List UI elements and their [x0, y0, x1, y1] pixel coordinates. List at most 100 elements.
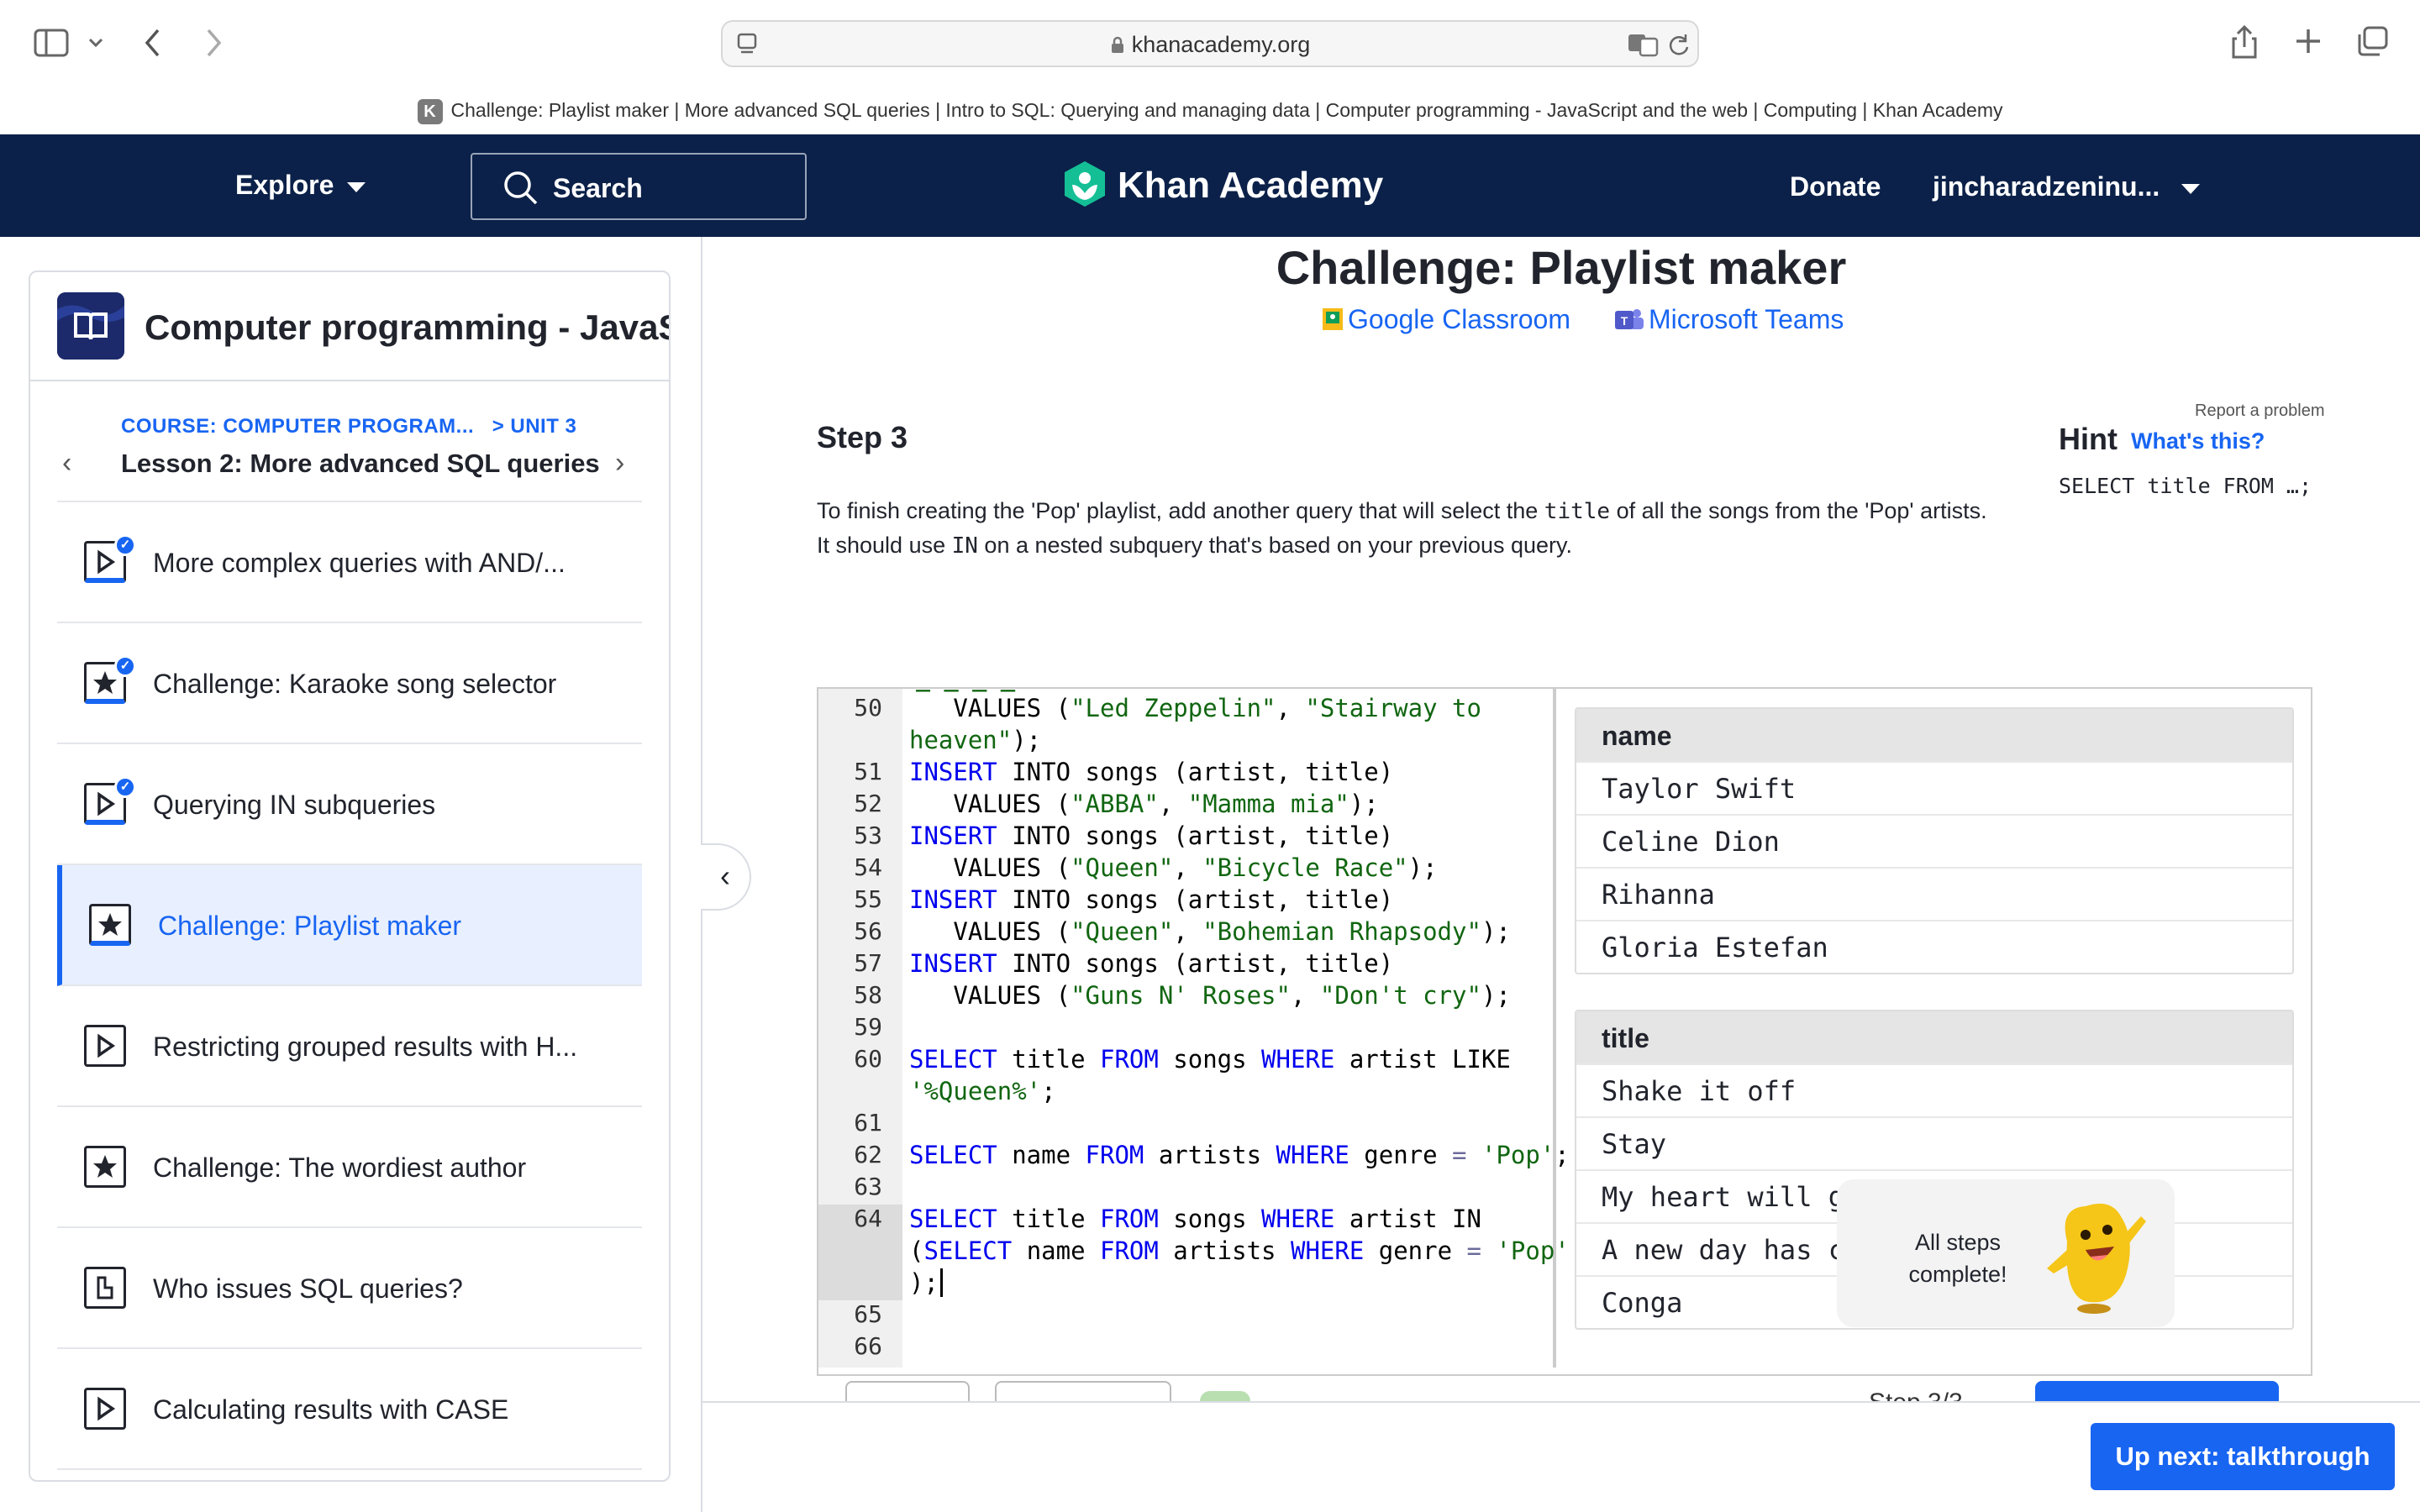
user-menu[interactable]: jincharadzeninu... — [1933, 171, 2201, 202]
results-table-names: name Taylor Swift Celine Dion Rihanna Gl… — [1575, 707, 2294, 974]
line-number: 50 — [854, 694, 882, 722]
lesson-navigator: ‹ COURSE: COMPUTER PROGRAM... > UNIT 3 L… — [57, 381, 642, 502]
restart-button-partial[interactable] — [845, 1381, 970, 1401]
code-line: VALUES ("Queen", "Bohemian Rhapsody"); — [909, 917, 1511, 946]
completed-check-icon: ✓ — [114, 776, 136, 798]
code-line: VALUES ("Led Zeppelin", "Stairway to — [909, 694, 1481, 722]
sidebar-item[interactable]: Challenge: Playlist maker — [57, 865, 642, 986]
page-title: Challenge: Playlist maker — [1276, 241, 1847, 294]
search-label: Search — [553, 173, 643, 203]
sidebar-header[interactable]: Computer programming - JavaScr... — [30, 272, 669, 381]
bottom-bar: Up next: talkthrough — [702, 1401, 2420, 1512]
whats-this-link[interactable]: What's this? — [2131, 428, 2265, 454]
toast-message: All steps complete! — [1908, 1230, 2007, 1287]
back-icon[interactable] — [143, 27, 161, 59]
table-row: Taylor Swift — [1576, 761, 2292, 814]
column-header: title — [1576, 1011, 2292, 1063]
chevron-left-icon: ‹ — [720, 858, 730, 893]
code-line: INSERT INTO songs (artist, title) — [909, 822, 1394, 850]
next-lesson-icon[interactable]: › — [615, 447, 624, 480]
code-editor[interactable]: ─ ─ ─ ─ 50 51 52 53 54 55 56 57 58 59 60… — [818, 689, 1570, 1368]
new-tab-icon[interactable] — [2294, 27, 2323, 55]
sidebar-item[interactable]: ✓ More complex queries with AND/... — [57, 502, 642, 623]
code-line: SELECT name FROM artists WHERE genre = '… — [909, 1141, 1570, 1169]
chevron-down-icon[interactable] — [87, 37, 104, 49]
code-line: ); — [909, 1267, 958, 1299]
table-row: Shake it off — [1576, 1063, 2292, 1116]
step-instructions: To finish creating the 'Pop' playlist, a… — [817, 498, 1987, 559]
line-number: 56 — [854, 917, 882, 945]
address-bar[interactable]: khanacademy.org — [721, 20, 1699, 67]
text-cursor — [939, 1268, 958, 1297]
lesson-items: ✓ More complex queries with AND/... ✓ Chall… — [30, 502, 669, 1470]
sidebar-item[interactable]: Restricting grouped results with H... — [57, 986, 642, 1107]
sidebar-toggle-icon[interactable] — [34, 29, 69, 57]
line-number: 54 — [854, 853, 882, 881]
course-title: Computer programming - JavaScr... — [145, 307, 669, 347]
code-line: VALUES ("Guns N' Roses", "Don't cry"); — [909, 981, 1511, 1010]
line-number: 63 — [854, 1173, 882, 1200]
hint-button-partial[interactable] — [995, 1381, 1171, 1401]
line-number: 57 — [854, 949, 882, 977]
translate-icon[interactable] — [1627, 32, 1660, 57]
search-button[interactable]: Search — [471, 153, 807, 220]
video-icon — [84, 1388, 126, 1430]
code-line: INSERT INTO songs (artist, title) — [909, 758, 1394, 786]
sidebar-item[interactable]: Who issues SQL queries? — [57, 1228, 642, 1349]
google-classroom-link[interactable]: Google Classroom — [1321, 304, 1570, 335]
table-row: Celine Dion — [1576, 814, 2292, 867]
line-number: 55 — [854, 885, 882, 913]
line-number: 61 — [854, 1109, 882, 1137]
table-row: Rihanna — [1576, 867, 2292, 920]
step-counter: Step 3/3 — [1869, 1386, 1963, 1401]
code-line: heaven"); — [909, 726, 1042, 754]
sidebar-item-label: Who issues SQL queries? — [153, 1273, 463, 1304]
table-row: Gloria Estefan — [1576, 920, 2292, 973]
completion-toast: All steps complete! — [1837, 1179, 2175, 1327]
line-number: 58 — [854, 981, 882, 1009]
donate-link[interactable]: Donate — [1790, 171, 1881, 202]
code-line: SELECT title FROM songs WHERE artist IN — [909, 1205, 1481, 1233]
line-number: 62 — [854, 1141, 882, 1168]
sidebar-item-label: Challenge: The wordiest author — [153, 1152, 527, 1183]
completed-check-icon: ✓ — [114, 655, 136, 677]
breadcrumb-course[interactable]: COURSE: COMPUTER PROGRAM... — [121, 415, 474, 438]
sidebar-item[interactable]: Calculating results with CASE — [57, 1349, 642, 1470]
sidebar-item-label: Challenge: Karaoke song selector — [153, 669, 557, 699]
line-number: 53 — [854, 822, 882, 849]
reload-icon[interactable] — [1667, 32, 1691, 57]
explore-menu[interactable]: Explore — [235, 170, 366, 201]
tab-title[interactable]: K Challenge: Playlist maker | More advanc… — [0, 99, 2420, 124]
lock-icon — [1111, 36, 1123, 53]
breadcrumb-unit[interactable]: > UNIT 3 — [492, 415, 577, 438]
sidebar-item[interactable]: ✓ Challenge: Karaoke song selector — [57, 623, 642, 744]
code-line: SELECT title FROM songs WHERE artist LIK… — [909, 1045, 1511, 1074]
code-line: INSERT INTO songs (artist, title) — [909, 885, 1394, 914]
collapse-sidebar-button[interactable]: ‹ — [701, 843, 751, 911]
sidebar-item[interactable]: ✓ Querying IN subqueries — [57, 744, 642, 865]
caret-down-icon — [347, 181, 366, 192]
course-sidebar: Computer programming - JavaScr... ‹ COUR… — [29, 270, 671, 1482]
khan-academy-logo[interactable]: Khan Academy — [1062, 160, 1383, 210]
microsoft-teams-link[interactable]: T Microsoft Teams — [1612, 304, 1844, 335]
completed-check-icon: ✓ — [114, 534, 136, 556]
sidebar-item-label: Challenge: Playlist maker — [158, 911, 462, 941]
previous-lesson-icon[interactable]: ‹ — [62, 447, 71, 480]
khan-leaf-icon — [1065, 161, 1105, 207]
line-number: 51 — [854, 758, 882, 785]
sidebar-item[interactable]: Challenge: The wordiest author — [57, 1107, 642, 1228]
challenge-star-icon — [89, 904, 131, 946]
table-row: Stay — [1576, 1116, 2292, 1169]
code-line: INSERT INTO songs (artist, title) — [909, 949, 1394, 978]
hint-heading: Hint — [2059, 422, 2118, 456]
share-icon[interactable] — [2230, 24, 2259, 60]
tab-overview-icon[interactable] — [2356, 25, 2390, 57]
line-number: 52 — [854, 790, 882, 817]
report-problem-link[interactable]: Report a problem — [2195, 402, 2325, 421]
mascot-icon — [2047, 1203, 2146, 1314]
book-icon — [57, 292, 124, 360]
up-next-button[interactable]: Up next: talkthrough — [2091, 1423, 2395, 1490]
forward-icon[interactable] — [205, 27, 224, 59]
next-step-button-partial[interactable] — [2035, 1381, 2279, 1401]
hint-code: SELECT title FROM …; — [2059, 474, 2312, 498]
